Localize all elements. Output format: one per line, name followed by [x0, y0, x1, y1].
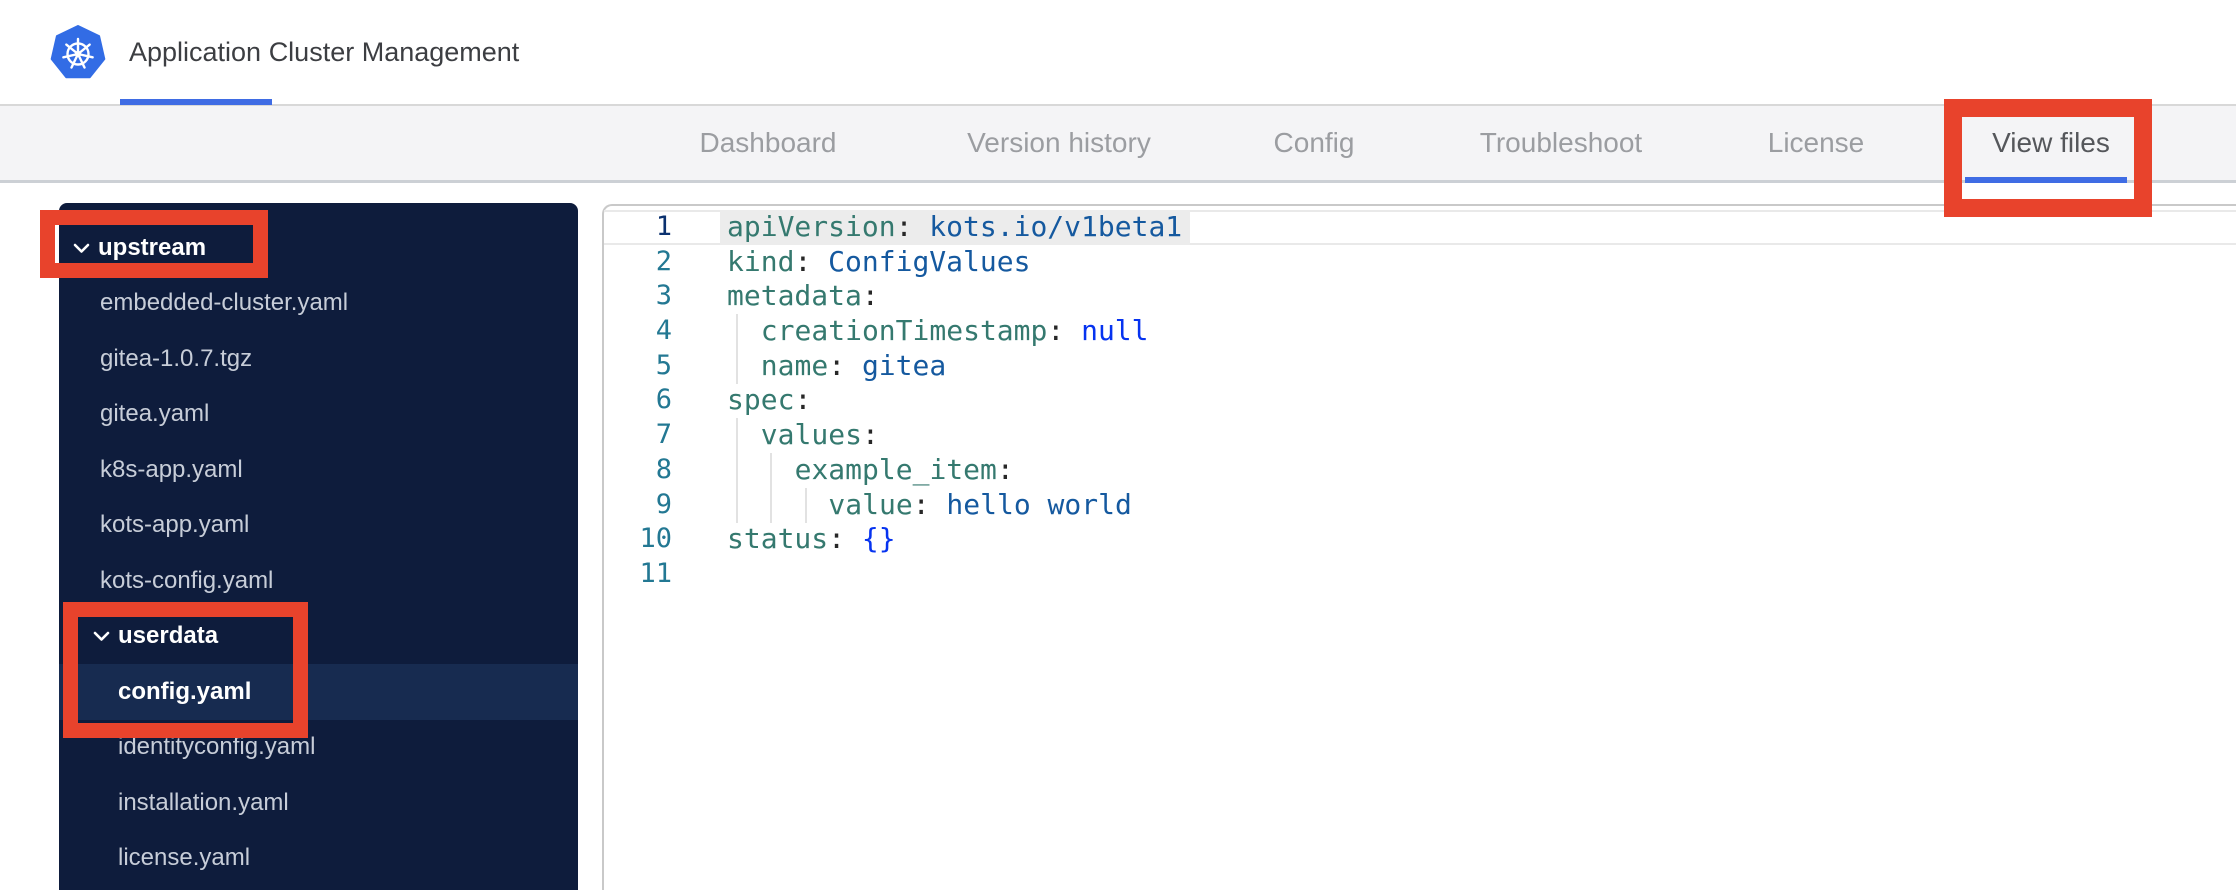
tab-license[interactable]: License — [1768, 106, 1865, 180]
code-text: metadata: — [727, 279, 879, 313]
tree-file-config-selected[interactable]: config.yaml — [59, 664, 578, 720]
line-number: 6 — [655, 384, 672, 416]
file-tree-sidebar: upstream embedded-cluster.yaml gitea-1.0… — [59, 203, 578, 890]
tab-troubleshoot[interactable]: Troubleshoot — [1480, 106, 1642, 180]
tree-file-label: embedded-cluster.yaml — [100, 289, 349, 317]
tab-application[interactable]: Application — [129, 0, 261, 104]
line-number: 5 — [655, 349, 672, 381]
code-line: 3 metadata: — [604, 279, 2236, 314]
code-text: example_item: — [794, 452, 1014, 486]
tree-file-kots-app[interactable]: kots-app.yaml — [59, 498, 578, 554]
tab-version-history[interactable]: Version history — [967, 106, 1151, 180]
active-subnav-tab-underline — [1965, 177, 2127, 183]
code-text: creationTimestamp: null — [760, 314, 1149, 348]
code-text: apiVersion: kots.io/v1beta1 — [720, 210, 1191, 245]
tree-file-label: gitea.yaml — [100, 400, 210, 428]
code-text: spec: — [727, 383, 812, 417]
line-number: 11 — [639, 557, 672, 589]
tree-file-label: config.yaml — [118, 677, 252, 705]
tree-folder-userdata[interactable]: userdata — [59, 609, 578, 665]
tab-view-files[interactable]: View files — [1992, 106, 2110, 180]
line-number: 10 — [639, 523, 672, 555]
tree-folder-upstream[interactable]: upstream — [59, 220, 578, 276]
active-header-tab-underline — [120, 99, 272, 105]
tab-config[interactable]: Config — [1274, 106, 1355, 180]
code-line: 4 creationTimestamp: null — [604, 314, 2236, 349]
code-line: 9 value: hello world — [604, 488, 2236, 523]
code-line: 8 example_item: — [604, 453, 2236, 488]
code-text: status: {} — [727, 522, 896, 556]
line-number: 7 — [655, 419, 672, 451]
tab-dashboard[interactable]: Dashboard — [700, 106, 837, 180]
tree-folder-label: userdata — [118, 622, 219, 650]
tree-file-embedded-cluster[interactable]: embedded-cluster.yaml — [59, 276, 578, 332]
tree-file-label: license.yaml — [118, 844, 251, 872]
tree-file-label: kots-app.yaml — [100, 511, 250, 539]
tree-file-label: installation.yaml — [118, 788, 289, 816]
code-line: 11 — [604, 557, 2236, 592]
line-number: 9 — [655, 488, 672, 520]
code-line: 10 status: {} — [604, 522, 2236, 557]
code-line: 6 spec: — [604, 383, 2236, 418]
chevron-down-icon[interactable] — [72, 241, 98, 255]
line-number: 8 — [655, 453, 672, 485]
code-text: name: gitea — [760, 348, 947, 382]
code-text: value: hello world — [828, 487, 1132, 521]
line-number: 2 — [655, 245, 672, 277]
chevron-down-icon[interactable] — [92, 629, 118, 643]
code-line: 7 values: — [604, 418, 2236, 453]
tree-file-label: gitea-1.0.7.tgz — [100, 344, 253, 372]
line-number: 3 — [655, 280, 672, 312]
tab-cluster-management[interactable]: Cluster Management — [269, 0, 520, 104]
tree-file-gitea-yaml[interactable]: gitea.yaml — [59, 387, 578, 443]
tree-file-label: k8s-app.yaml — [100, 455, 243, 483]
code-lines: 1 apiVersion: kots.io/v1beta1 2 kind: Co… — [604, 210, 2236, 592]
tree-file-license[interactable]: license.yaml — [59, 831, 578, 887]
code-line: 5 name: gitea — [604, 349, 2236, 384]
app-subnav: Dashboard Version history Config Trouble… — [0, 106, 2236, 183]
code-line: 1 apiVersion: kots.io/v1beta1 — [604, 210, 2236, 245]
tree-file-k8s-app[interactable]: k8s-app.yaml — [59, 442, 578, 498]
tree-file-label: kots-config.yaml — [100, 566, 274, 594]
tree-file-gitea-tgz[interactable]: gitea-1.0.7.tgz — [59, 331, 578, 387]
tree-file-label: identityconfig.yaml — [118, 733, 316, 761]
line-number: 4 — [655, 315, 672, 347]
tree-file-identityconfig[interactable]: identityconfig.yaml — [59, 720, 578, 776]
yaml-file-viewer[interactable]: 1 apiVersion: kots.io/v1beta1 2 kind: Co… — [602, 204, 2236, 890]
line-number: 1 — [655, 211, 672, 242]
tree-folder-label: upstream — [98, 233, 207, 261]
tree-file-installation[interactable]: installation.yaml — [59, 775, 578, 831]
app-header: Application Cluster Management — [0, 0, 2236, 106]
kubernetes-logo-icon — [50, 25, 106, 79]
code-text: kind: ConfigValues — [727, 244, 1031, 278]
tree-file-kots-config[interactable]: kots-config.yaml — [59, 553, 578, 609]
code-line: 2 kind: ConfigValues — [604, 245, 2236, 280]
code-text: values: — [760, 418, 879, 452]
